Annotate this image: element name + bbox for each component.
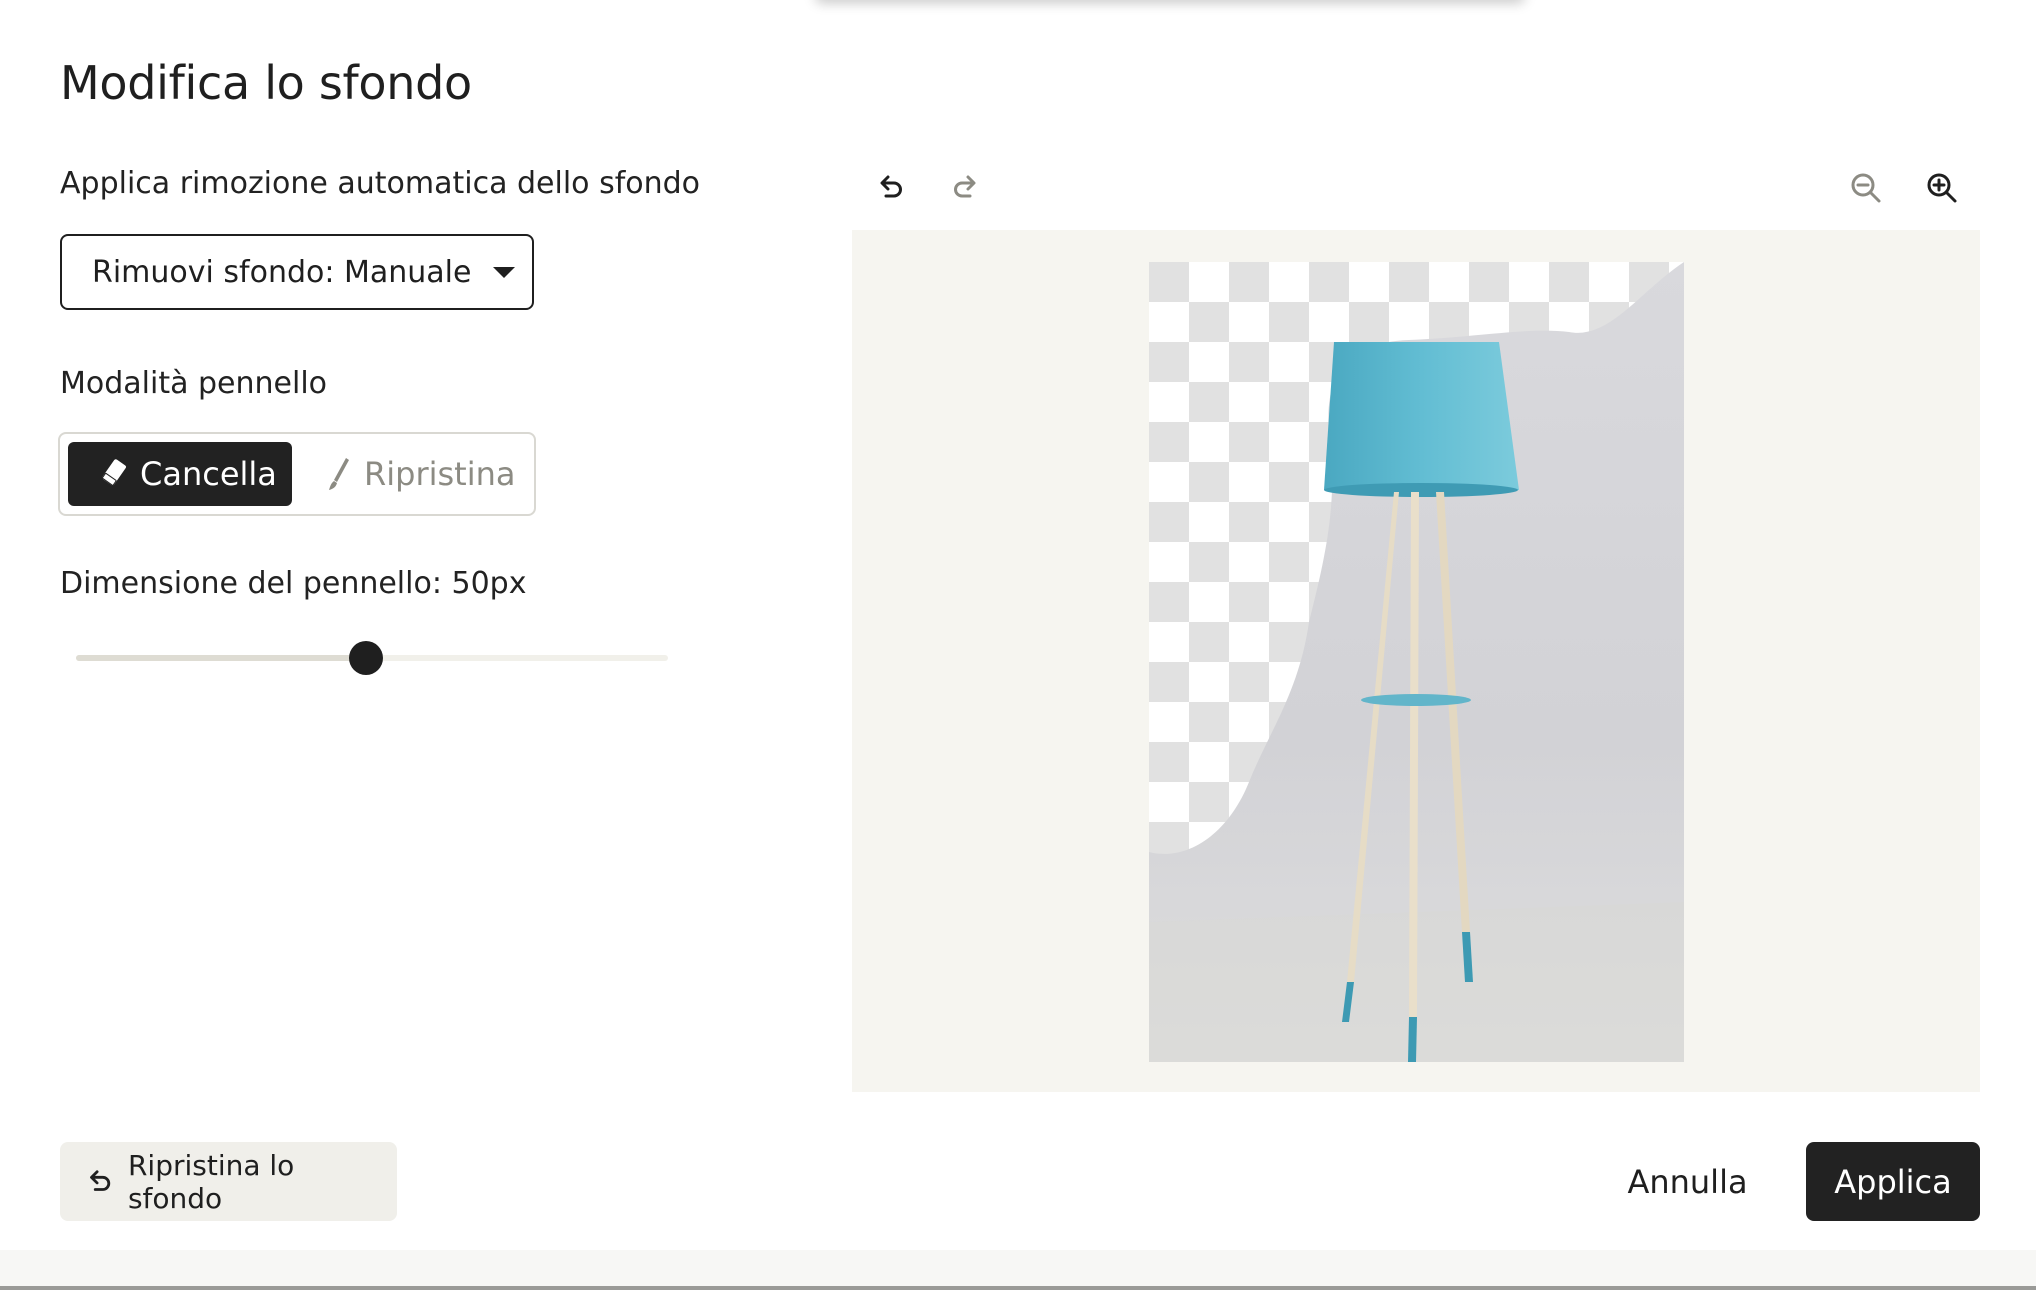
caret-down-icon [493, 266, 516, 278]
dialog-title: Modifica lo sfondo [60, 56, 472, 110]
zoom-in-button[interactable] [1922, 168, 1962, 208]
restore-mode-label: Ripristina [364, 455, 516, 493]
brush-mode-toggle: Cancella Ripristina [58, 432, 536, 516]
brush-icon [329, 458, 349, 490]
remove-background-dropdown[interactable]: Rimuovi sfondo: Manuale [60, 234, 534, 310]
reset-icon [90, 1169, 111, 1191]
bottom-edge [0, 1250, 2036, 1290]
zoom-out-icon [1851, 173, 1881, 203]
eraser-icon [101, 459, 126, 486]
reset-background-button[interactable]: Ripristina lo sfondo [60, 1142, 397, 1221]
brush-size-caption: Dimensione del pennello: [60, 566, 442, 601]
erase-mode-label: Cancella [140, 455, 277, 493]
brush-size-label: Dimensione del pennello: 50px [60, 566, 526, 601]
redo-button[interactable] [946, 168, 986, 208]
brush-mode-label: Modalità pennello [60, 366, 328, 401]
slider-thumb[interactable] [349, 641, 383, 675]
apply-button[interactable]: Applica [1806, 1142, 1980, 1221]
image-canvas[interactable] [852, 230, 1980, 1092]
cancel-button[interactable]: Annulla [1610, 1142, 1765, 1221]
brush-size-value: 50px [451, 566, 527, 601]
auto-removal-label: Applica rimozione automatica dello sfond… [60, 166, 701, 201]
zoom-out-button[interactable] [1846, 168, 1886, 208]
reset-background-label: Ripristina lo sfondo [127, 1148, 295, 1215]
zoom-in-icon [1927, 173, 1957, 203]
undo-button[interactable] [870, 168, 910, 208]
undo-icon [880, 175, 902, 198]
restore-mode-button[interactable]: Ripristina [322, 442, 515, 506]
erase-mode-button[interactable]: Cancella [68, 442, 292, 506]
brush-size-slider[interactable] [76, 640, 668, 676]
dropdown-value: Rimuovi sfondo: Manuale [92, 254, 472, 290]
slider-fill [76, 655, 366, 661]
edited-image[interactable] [1149, 262, 1684, 1062]
redo-icon [954, 175, 976, 198]
image-preview [1149, 262, 1684, 1062]
